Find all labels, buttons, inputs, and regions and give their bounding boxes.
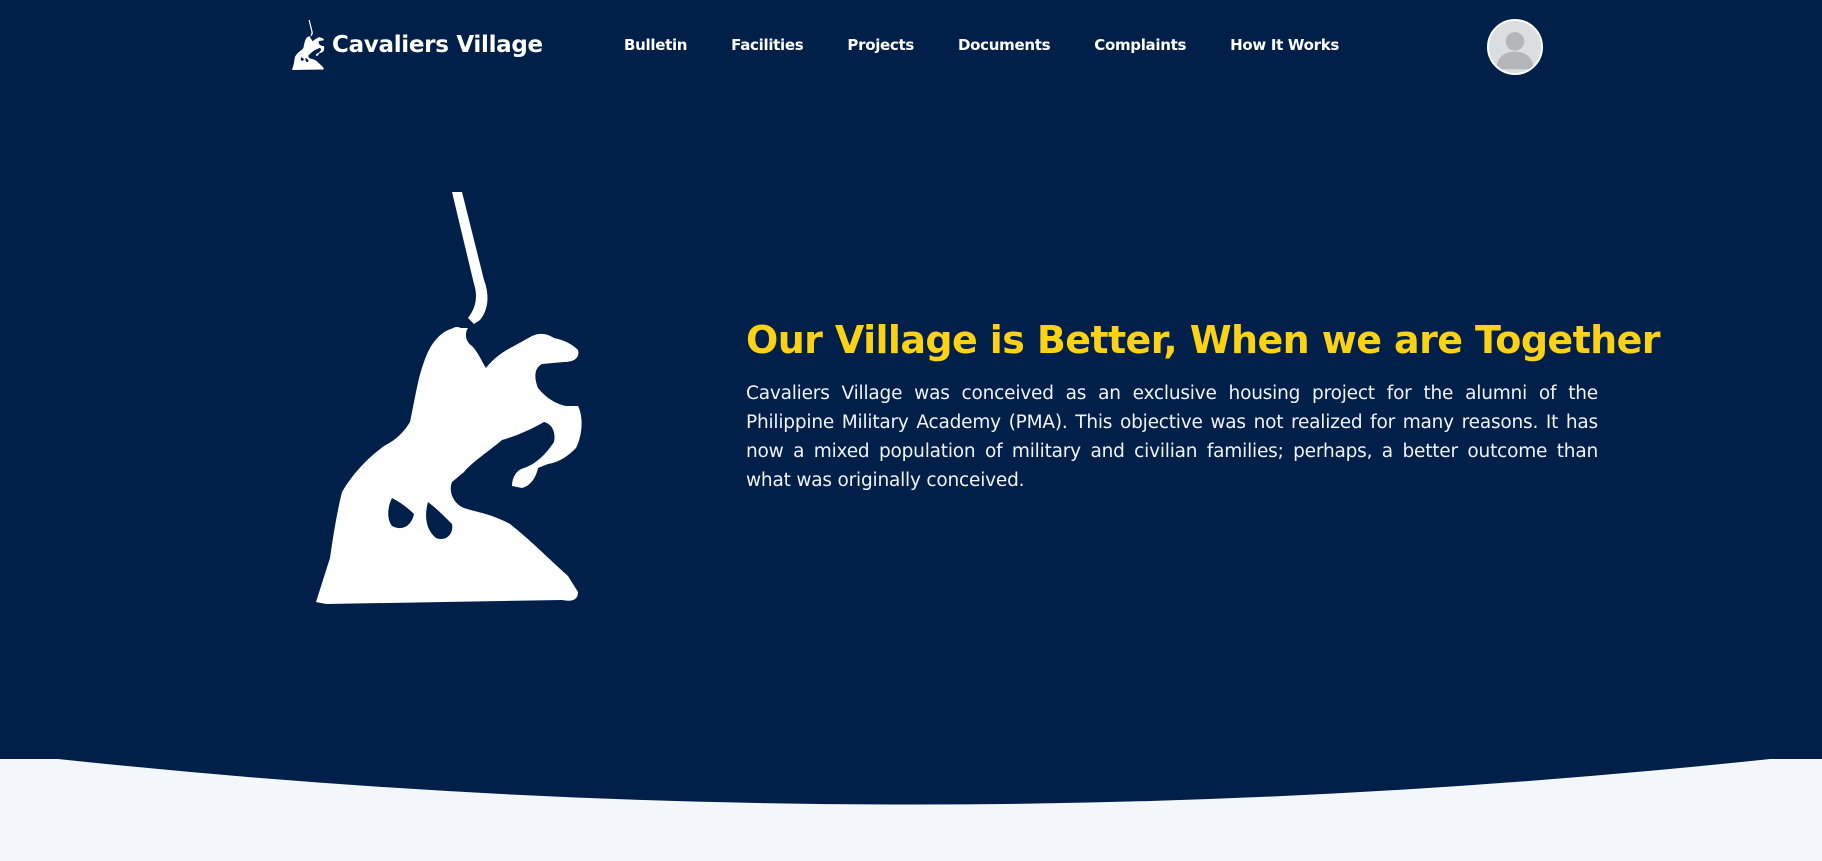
brand-name: Cavaliers Village [332,32,543,58]
user-avatar-button[interactable] [1487,19,1543,75]
main-nav: Bulletin Facilities Projects Documents C… [624,36,1383,54]
user-avatar-icon [1489,21,1541,73]
hero-title: Our Village is Better, When we are Toget… [746,318,1661,362]
nav-link-how-it-works[interactable]: How It Works [1230,36,1339,54]
nav-link-documents[interactable]: Documents [958,36,1051,54]
nav-link-complaints[interactable]: Complaints [1094,36,1186,54]
brand-link[interactable]: Cavaliers Village [292,20,543,70]
hero-wave-divider [0,759,1822,861]
nav-link-projects[interactable]: Projects [847,36,914,54]
nav-link-facilities[interactable]: Facilities [731,36,804,54]
hero-description: Cavaliers Village was conceived as an ex… [746,383,1598,491]
horse-rider-statue-icon [292,20,325,70]
hero-section: Cavaliers Village Bulletin Facilities Pr… [0,0,1822,861]
horse-rider-statue-icon [316,192,582,604]
nav-link-bulletin[interactable]: Bulletin [624,36,687,54]
